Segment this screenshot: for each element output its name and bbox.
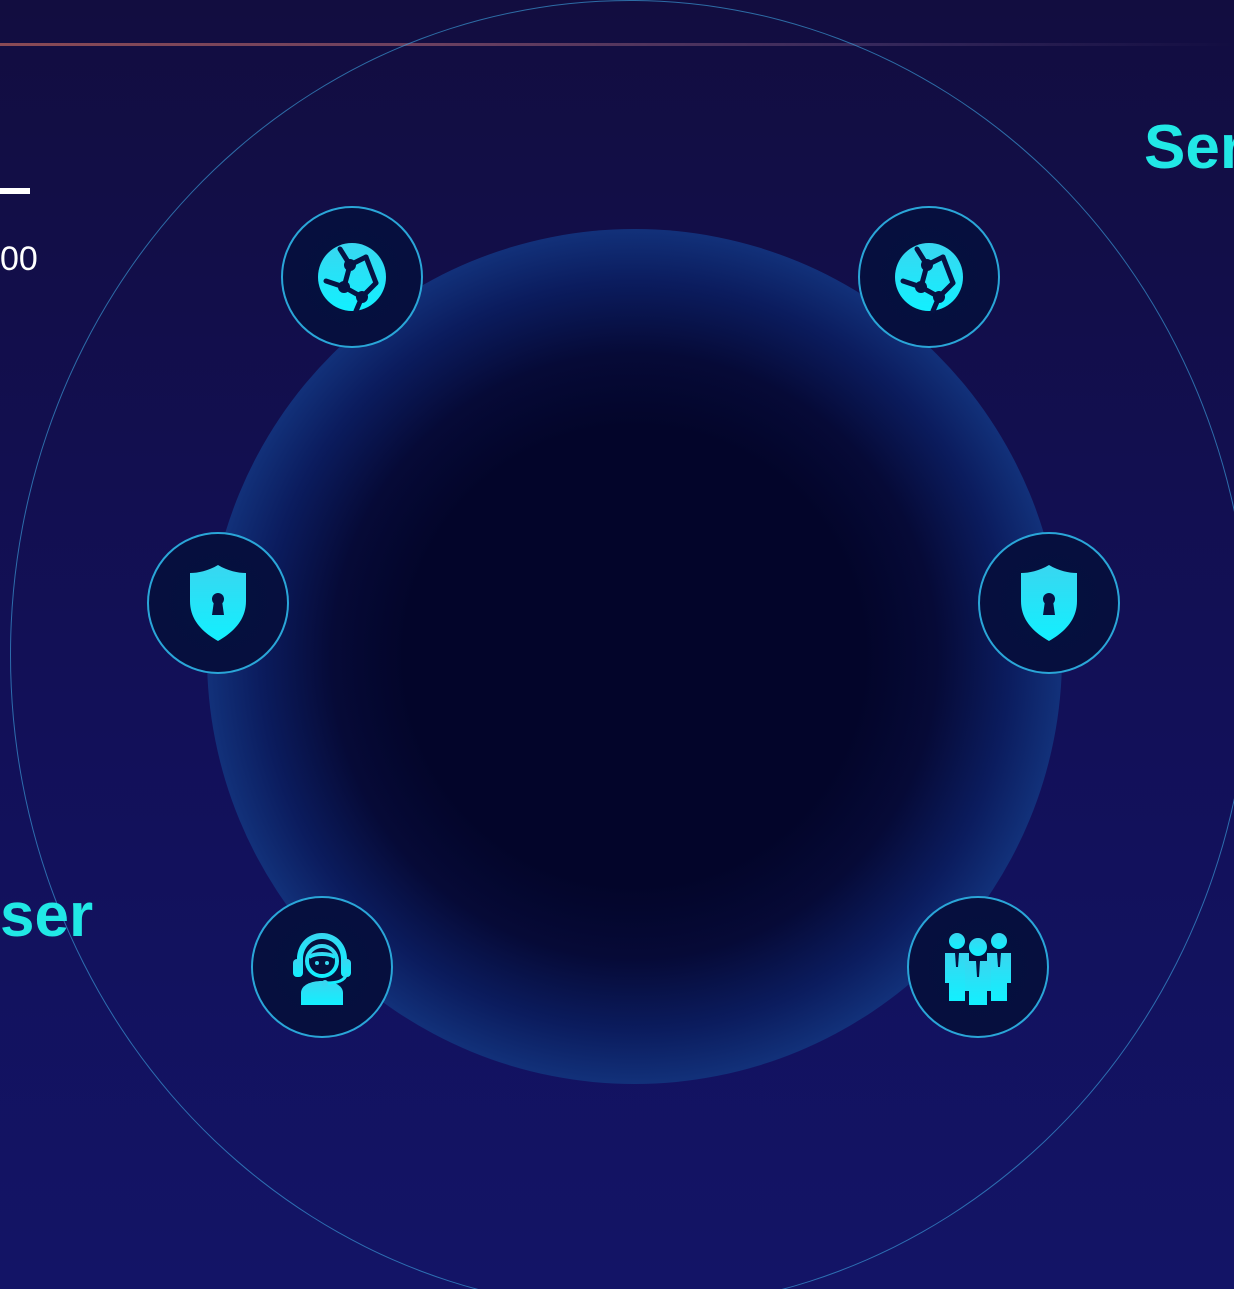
right-section-label: Ser xyxy=(1144,113,1234,182)
left-section-label: ser xyxy=(0,881,94,950)
shield-lock-icon xyxy=(1017,561,1081,645)
node-globe-top-left[interactable] xyxy=(281,206,423,348)
node-team-bottom-right[interactable] xyxy=(907,896,1049,1038)
shield-lock-icon xyxy=(186,561,250,645)
globe-network-icon xyxy=(310,235,394,319)
node-shield-right[interactable] xyxy=(978,532,1120,674)
customer-support-icon xyxy=(287,927,357,1007)
node-globe-top-right[interactable] xyxy=(858,206,1000,348)
left-accent-bar xyxy=(0,188,30,194)
globe-network-icon xyxy=(887,235,971,319)
left-value-text: 00 xyxy=(0,240,38,278)
node-shield-left[interactable] xyxy=(147,532,289,674)
team-group-icon xyxy=(941,927,1015,1007)
node-support-bottom-left[interactable] xyxy=(251,896,393,1038)
